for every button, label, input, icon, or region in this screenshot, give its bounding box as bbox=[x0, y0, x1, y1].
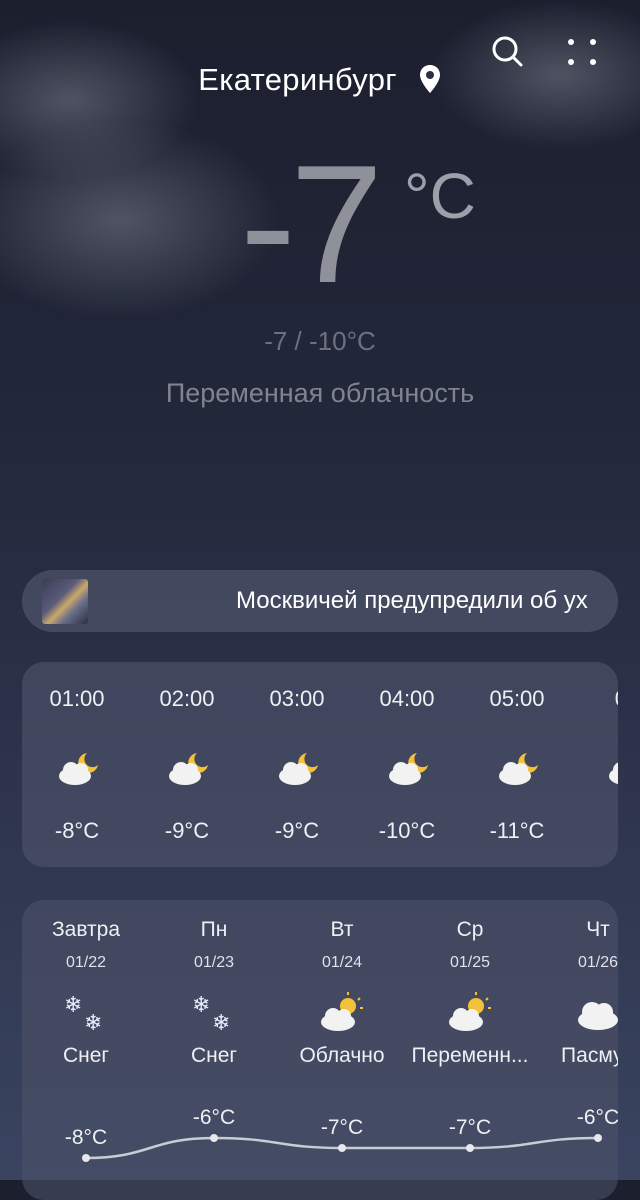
day-date: 01/23 bbox=[193, 954, 235, 971]
trend-point bbox=[466, 1144, 474, 1152]
day-condition: Облачно bbox=[299, 1044, 385, 1067]
search-button[interactable] bbox=[488, 32, 528, 72]
hour-time: 06 bbox=[572, 686, 618, 712]
hour-temp: -9°C bbox=[164, 818, 210, 843]
day-name: Ср bbox=[456, 918, 484, 941]
day-condition: Пасмур bbox=[561, 1044, 618, 1067]
day-date: 01/26 bbox=[577, 954, 618, 971]
hour-time: 01:00 bbox=[49, 686, 105, 711]
trend-point bbox=[210, 1134, 218, 1142]
cloud-moon-icon bbox=[389, 753, 428, 785]
sun-cloud-icon bbox=[321, 992, 363, 1031]
cloud-moon-icon bbox=[169, 753, 208, 785]
city-name: Екатеринбург bbox=[198, 62, 397, 97]
temp-range: -7 / -10°C bbox=[264, 326, 376, 356]
trend-label: -6°C bbox=[193, 1106, 235, 1129]
day-condition: Снег bbox=[62, 1044, 110, 1067]
day-date: 01/24 bbox=[321, 954, 363, 971]
day-date: 01/25 bbox=[449, 954, 491, 971]
svg-text:❄: ❄ bbox=[192, 993, 210, 1018]
top-bar: Екатеринбург bbox=[0, 0, 640, 110]
current-condition: Переменная облачность bbox=[165, 378, 475, 408]
more-menu-button[interactable] bbox=[562, 32, 602, 72]
snow-icon: ❄ ❄ bbox=[192, 993, 230, 1034]
sun-cloud-icon bbox=[449, 992, 491, 1031]
hour-temp: -1 bbox=[572, 818, 618, 844]
trend-label: -8°C bbox=[65, 1126, 107, 1149]
day-date: 01/22 bbox=[65, 954, 107, 971]
daily-forecast[interactable]: -8°C -6°C -7°C -7°C -6°C Завтра 01/22 ❄ ❄ Сн… bbox=[22, 900, 618, 1200]
current-temp-unit: °C bbox=[404, 160, 476, 232]
news-thumbnail bbox=[42, 579, 88, 624]
cloud-moon-icon bbox=[279, 753, 318, 785]
snow-icon: ❄ ❄ bbox=[64, 993, 102, 1034]
cloud-icon bbox=[578, 1002, 618, 1030]
news-headline: Москвичей предупредили об ух bbox=[236, 587, 588, 614]
trend-label: -7°C bbox=[449, 1116, 491, 1139]
day-name: Пн bbox=[200, 918, 228, 941]
trend-label: -6°C bbox=[577, 1106, 618, 1129]
svg-text:❄: ❄ bbox=[212, 1011, 230, 1034]
city-title[interactable]: Екатеринбург bbox=[0, 62, 640, 98]
hour-temp: -11°C bbox=[489, 818, 545, 843]
day-condition: Переменн... bbox=[411, 1044, 529, 1067]
hourly-forecast[interactable]: 01:00 -8°C 02:00 -9°C 03:00 -9°C 04:00 -… bbox=[22, 662, 618, 867]
day-condition: Снег bbox=[190, 1044, 238, 1067]
trend-label: -7°C bbox=[321, 1116, 363, 1139]
cloud-moon-icon bbox=[59, 753, 98, 785]
svg-text:❄: ❄ bbox=[84, 1011, 102, 1034]
cloud-moon-icon bbox=[499, 753, 538, 785]
trend-point bbox=[82, 1154, 90, 1162]
svg-text:❄: ❄ bbox=[64, 993, 82, 1018]
hour-temp: -9°C bbox=[274, 818, 320, 843]
hour-time: 02:00 bbox=[159, 686, 215, 711]
more-dots-icon bbox=[568, 39, 596, 65]
location-pin-icon bbox=[419, 65, 440, 93]
hour-time: 03:00 bbox=[269, 686, 325, 711]
hour-temp: -8°C bbox=[54, 818, 100, 843]
trend-point bbox=[338, 1144, 346, 1152]
day-name: Чт bbox=[586, 918, 610, 941]
day-name: Вт bbox=[330, 918, 354, 941]
news-banner[interactable]: Москвичей предупредили об ух bbox=[22, 570, 618, 632]
day-name: Завтра bbox=[51, 918, 121, 941]
hour-time: 04:00 bbox=[379, 686, 435, 711]
hour-temp: -10°C bbox=[378, 818, 436, 843]
cloud-moon-icon bbox=[609, 762, 618, 785]
trend-point bbox=[594, 1134, 602, 1142]
hour-time: 05:00 bbox=[489, 686, 545, 711]
search-icon bbox=[492, 36, 523, 67]
current-temp-value: -7 bbox=[240, 130, 383, 318]
